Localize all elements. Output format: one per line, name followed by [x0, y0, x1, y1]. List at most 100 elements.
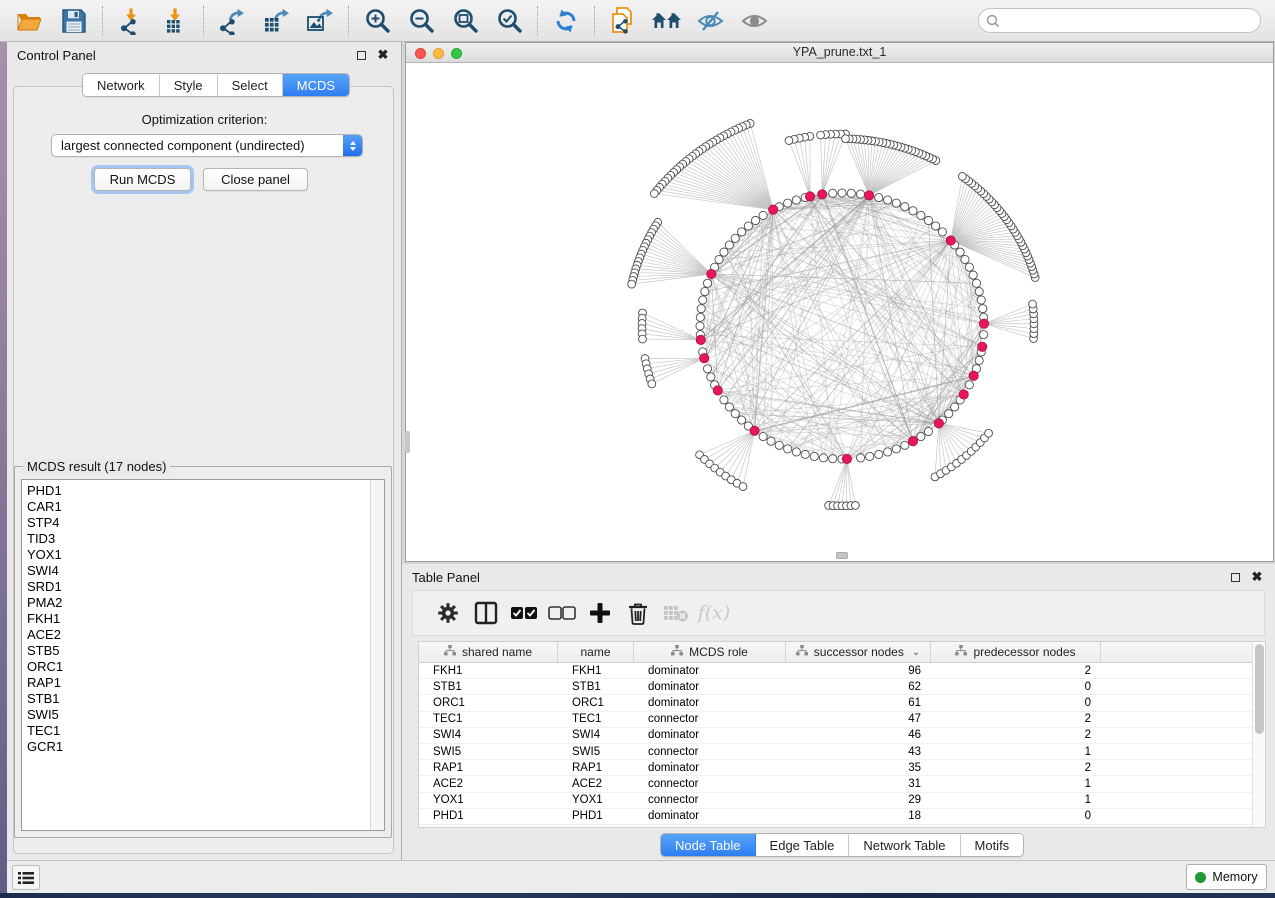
- tab-select[interactable]: Select: [218, 74, 283, 96]
- table-row[interactable]: ACE2ACE2connector311: [419, 776, 1252, 792]
- mcds-list-scrollbar[interactable]: [370, 480, 384, 830]
- mcds-result-item[interactable]: FKH1: [22, 610, 370, 626]
- splitter-handle-icon[interactable]: [836, 552, 848, 559]
- cell-successor-nodes: 29: [786, 794, 931, 806]
- column-header-shared-name[interactable]: shared name: [419, 642, 558, 662]
- node-table-body: FKH1FKH1dominator962STB1STB1dominator620…: [419, 663, 1252, 827]
- float-panel-icon[interactable]: [353, 47, 369, 63]
- network-from-selection-icon[interactable]: [606, 6, 640, 36]
- mcds-result-item[interactable]: PMA2: [22, 594, 370, 610]
- mcds-result-item[interactable]: SRD1: [22, 578, 370, 594]
- mcds-result-item[interactable]: TID3: [22, 530, 370, 546]
- table-row[interactable]: YOX1YOX1connector291: [419, 793, 1252, 809]
- save-session-icon[interactable]: [57, 6, 91, 36]
- mcds-result-list[interactable]: PHD1CAR1STP4TID3YOX1SWI4SRD1PMA2FKH1ACE2…: [21, 479, 385, 831]
- mcds-result-item[interactable]: CAR1: [22, 498, 370, 514]
- mcds-result-item[interactable]: YOX1: [22, 546, 370, 562]
- mcds-result-item[interactable]: PHD1: [22, 482, 370, 498]
- close-table-panel-icon[interactable]: ✖: [1249, 569, 1265, 585]
- table-row[interactable]: FKH1FKH1dominator962: [419, 663, 1252, 679]
- run-mcds-button[interactable]: Run MCDS: [94, 168, 191, 191]
- tab-mcds[interactable]: MCDS: [283, 74, 349, 96]
- control-panel-title: Control Panel: [17, 48, 347, 63]
- delete-column-icon[interactable]: [623, 598, 653, 628]
- table-row[interactable]: SWI5SWI5connector431: [419, 744, 1252, 760]
- cell-name: SWI4: [558, 729, 634, 741]
- select-all-icon[interactable]: [509, 598, 539, 628]
- export-network-icon[interactable]: [215, 6, 249, 36]
- column-label: shared name: [462, 645, 532, 659]
- column-header-name[interactable]: name: [558, 642, 634, 662]
- mcds-result-item[interactable]: SWI4: [22, 562, 370, 578]
- mcds-result-item[interactable]: STB5: [22, 642, 370, 658]
- table-row[interactable]: SWI4SWI4dominator462: [419, 728, 1252, 744]
- toolbar-separator: [203, 6, 204, 36]
- control-panel: Control Panel ✖ NetworkStyleSelectMCDS O…: [7, 42, 402, 860]
- cell-predecessor-nodes: 0: [931, 810, 1101, 822]
- close-panel-icon[interactable]: ✖: [375, 47, 391, 63]
- column-header-MCDS-role[interactable]: MCDS role: [634, 642, 786, 662]
- open-file-icon[interactable]: [13, 6, 47, 36]
- table-scrollbar[interactable]: [1252, 642, 1265, 827]
- cell-predecessor-nodes: 2: [931, 762, 1101, 774]
- column-header-predecessor-nodes[interactable]: predecessor nodes: [931, 642, 1101, 662]
- optimization-criterion-dropdown[interactable]: largest connected component (undirected): [51, 134, 363, 157]
- close-panel-button[interactable]: Close panel: [203, 168, 308, 191]
- cell-MCDS-role: connector: [634, 746, 786, 758]
- zoom-selected-icon[interactable]: [492, 6, 526, 36]
- zoom-fit-icon[interactable]: [448, 6, 482, 36]
- function-builder-icon: f(x): [699, 598, 729, 628]
- column-header-successor-nodes[interactable]: successor nodes⌄: [786, 642, 931, 662]
- mcds-result-item[interactable]: SWI5: [22, 706, 370, 722]
- column-visibility-icon[interactable]: [471, 598, 501, 628]
- tab-node-table[interactable]: Node Table: [661, 834, 756, 856]
- search-box[interactable]: [978, 8, 1261, 33]
- tab-network-table[interactable]: Network Table: [849, 834, 960, 856]
- hide-graphics-icon[interactable]: [694, 6, 728, 36]
- tab-edge-table[interactable]: Edge Table: [756, 834, 850, 856]
- zoom-in-icon[interactable]: [360, 6, 394, 36]
- gear-icon[interactable]: [433, 598, 463, 628]
- zoom-out-icon[interactable]: [404, 6, 438, 36]
- export-table-icon[interactable]: [259, 6, 293, 36]
- mcds-result-item[interactable]: RAP1: [22, 674, 370, 690]
- mcds-result-item[interactable]: ACE2: [22, 626, 370, 642]
- mcds-result-item[interactable]: GCR1: [22, 738, 370, 754]
- desktop-wallpaper-bottom: [0, 893, 1275, 898]
- cell-name: TEC1: [558, 713, 634, 725]
- network-canvas[interactable]: [406, 64, 1273, 561]
- show-all-networks-icon[interactable]: [650, 6, 684, 36]
- network-window-titlebar[interactable]: YPA_prune.txt_1: [406, 43, 1273, 63]
- deselect-all-icon[interactable]: [547, 598, 577, 628]
- table-row[interactable]: ORC1ORC1dominator610: [419, 695, 1252, 711]
- cell-MCDS-role: dominator: [634, 810, 786, 822]
- mcds-result-item[interactable]: TEC1: [22, 722, 370, 738]
- float-table-panel-icon[interactable]: [1227, 569, 1243, 585]
- column-label: MCDS role: [689, 645, 748, 659]
- table-row[interactable]: PHD1PHD1dominator180: [419, 809, 1252, 825]
- add-column-icon[interactable]: [585, 598, 615, 628]
- export-image-icon[interactable]: [303, 6, 337, 36]
- table-row[interactable]: TEC1TEC1connector472: [419, 712, 1252, 728]
- import-table-icon[interactable]: [158, 6, 192, 36]
- cell-shared-name: ORC1: [419, 697, 558, 709]
- search-input[interactable]: [1000, 11, 1260, 31]
- cell-predecessor-nodes: 2: [931, 713, 1101, 725]
- mcds-result-group: MCDS result (17 nodes) PHD1CAR1STP4TID3Y…: [14, 466, 392, 838]
- table-row[interactable]: RAP1RAP1dominator352: [419, 760, 1252, 776]
- mcds-result-item[interactable]: STP4: [22, 514, 370, 530]
- mcds-result-item[interactable]: ORC1: [22, 658, 370, 674]
- tab-network[interactable]: Network: [83, 74, 160, 96]
- cell-shared-name: STB1: [419, 681, 558, 693]
- mcds-result-item[interactable]: STB1: [22, 690, 370, 706]
- task-history-button[interactable]: [12, 865, 40, 890]
- table-row[interactable]: STB1STB1dominator620: [419, 679, 1252, 695]
- import-network-icon[interactable]: [114, 6, 148, 36]
- tab-style[interactable]: Style: [160, 74, 218, 96]
- refresh-layout-icon[interactable]: [549, 6, 583, 36]
- tab-motifs[interactable]: Motifs: [961, 834, 1024, 856]
- cell-name: PHD1: [558, 810, 634, 822]
- left-splitter-handle-icon[interactable]: [405, 431, 410, 453]
- memory-button[interactable]: Memory: [1186, 864, 1267, 890]
- table-scrollbar-thumb[interactable]: [1255, 644, 1264, 734]
